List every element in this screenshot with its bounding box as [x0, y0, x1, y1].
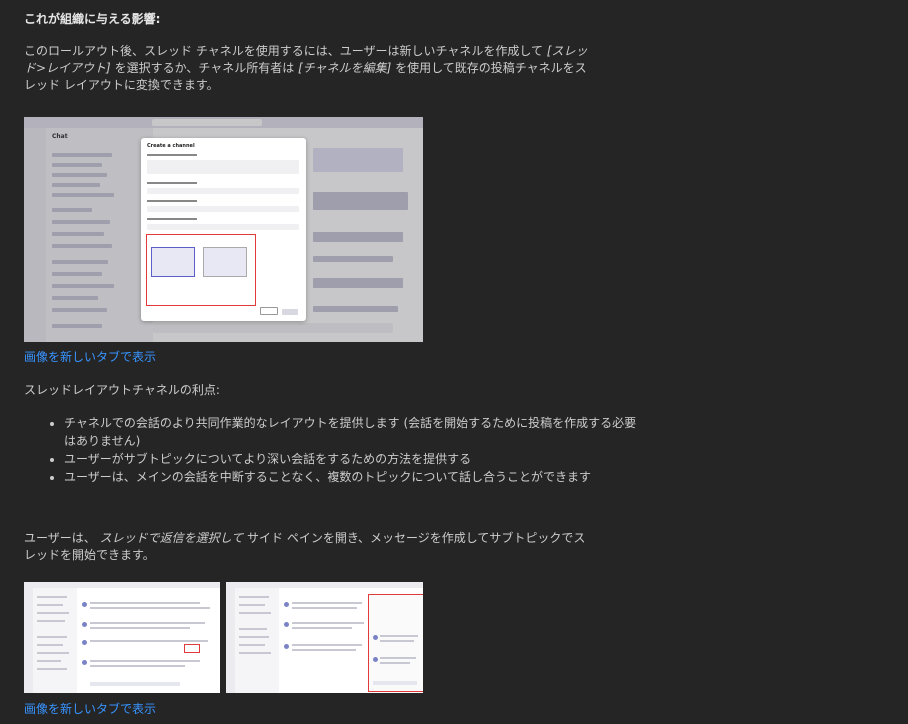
thread-reply-screenshot[interactable] [24, 582, 220, 693]
channel-row [239, 644, 265, 646]
edit-channel-term: [チャネルを編集] [298, 61, 392, 75]
message-line [90, 640, 208, 642]
article-section: これが組織に与える影響: このロールアウト後、スレッド チャネルを使用するには、… [0, 0, 908, 724]
open-image-new-tab-link[interactable]: 画像を新しいタブで表示 [24, 700, 156, 717]
intro-text-2: を選択するか、チャネル所有者は [110, 61, 299, 75]
message-line [90, 660, 200, 662]
cancel-button [260, 307, 278, 315]
channel-row [37, 644, 63, 646]
message-line [90, 607, 210, 609]
message-line [90, 627, 190, 629]
channel-row [239, 628, 267, 630]
reply-in-thread-paragraph: ユーザーは、 スレッドで返信を選択して サイド ペインを開き、メッセージを作成し… [24, 530, 594, 564]
section-heading: これが組織に与える影響: [24, 12, 161, 26]
compose-box [90, 682, 180, 686]
thread-message-line [380, 635, 418, 637]
teams-app-rail [226, 588, 235, 693]
channel-row [239, 596, 269, 598]
channel-row [37, 612, 69, 614]
field-label [147, 154, 197, 156]
channel-row [239, 612, 271, 614]
list-item: ユーザーは、メインの会話を中断することなく、複数のトピックについて話し合うことが… [64, 468, 639, 486]
channel-row [37, 668, 67, 670]
threads-layout-card [151, 247, 195, 277]
message-line [292, 607, 357, 609]
teams-app-rail [24, 588, 33, 693]
channel-row [37, 596, 67, 598]
thread-compose-box [373, 681, 417, 685]
list-item: ユーザーがサブトピックについてより深い会話をするための方法を提供する [64, 450, 639, 468]
avatar [82, 622, 87, 627]
thread-message-line [380, 657, 416, 659]
channel-row [37, 636, 67, 638]
intro-text-1: このロールアウト後、スレッド チャネルを使用するには、ユーザーは新しいチャネルを… [24, 44, 547, 58]
avatar [284, 622, 289, 627]
field-label [147, 218, 197, 220]
layout-highlight-box [146, 234, 256, 306]
list-item: チャネルでの会話のより共同作業的なレイアウトを提供します (会話を開始するために… [64, 414, 639, 450]
posts-layout-card [203, 247, 247, 277]
message-line [292, 644, 362, 646]
privacy-select [147, 224, 299, 230]
teams-channel-list [235, 588, 279, 693]
avatar [82, 640, 87, 645]
intro-paragraph: このロールアウト後、スレッド チャネルを使用するには、ユーザーは新しいチャネルを… [24, 43, 594, 94]
thread-side-pane-highlight [368, 594, 423, 692]
reply-text-1: ユーザーは、 [24, 531, 100, 545]
field-label [147, 200, 197, 202]
thread-pane-screenshot[interactable] [226, 582, 423, 693]
create-button [282, 309, 298, 315]
avatar [82, 660, 87, 665]
avatar [373, 635, 378, 640]
channel-row [239, 652, 271, 654]
channel-name-field [147, 188, 299, 194]
open-image-new-tab-link[interactable]: 画像を新しいタブで表示 [24, 348, 156, 365]
team-select-field [147, 160, 299, 174]
message-line [90, 665, 185, 667]
message-line [90, 602, 200, 604]
message-line [292, 627, 352, 629]
benefits-list: チャネルでの会話のより共同作業的なレイアウトを提供します (会話を開始するために… [24, 414, 639, 486]
channel-row [37, 660, 61, 662]
teams-channel-list [33, 588, 77, 693]
avatar [284, 644, 289, 649]
create-channel-dialog: Create a channel [141, 138, 306, 321]
avatar [373, 657, 378, 662]
thread-message-line [380, 640, 414, 642]
dialog-title: Create a channel [147, 143, 195, 149]
message-line [292, 649, 356, 651]
channel-row [37, 620, 65, 622]
field-label [147, 182, 197, 184]
channel-row [239, 604, 265, 606]
description-field [147, 206, 299, 212]
message-line [292, 622, 364, 624]
avatar [284, 602, 289, 607]
message-line [90, 622, 205, 624]
channel-row [37, 604, 63, 606]
channel-row [239, 636, 269, 638]
message-line [292, 602, 362, 604]
channel-row [37, 652, 69, 654]
reply-in-thread-term: スレッドで返信を選択して [99, 531, 244, 545]
benefits-intro: スレッドレイアウトチャネルの利点: [24, 383, 220, 397]
create-channel-screenshot[interactable]: Chat Create a channel [24, 117, 423, 342]
reply-in-thread-highlight [184, 644, 200, 653]
thread-message-line [380, 662, 410, 664]
avatar [82, 602, 87, 607]
